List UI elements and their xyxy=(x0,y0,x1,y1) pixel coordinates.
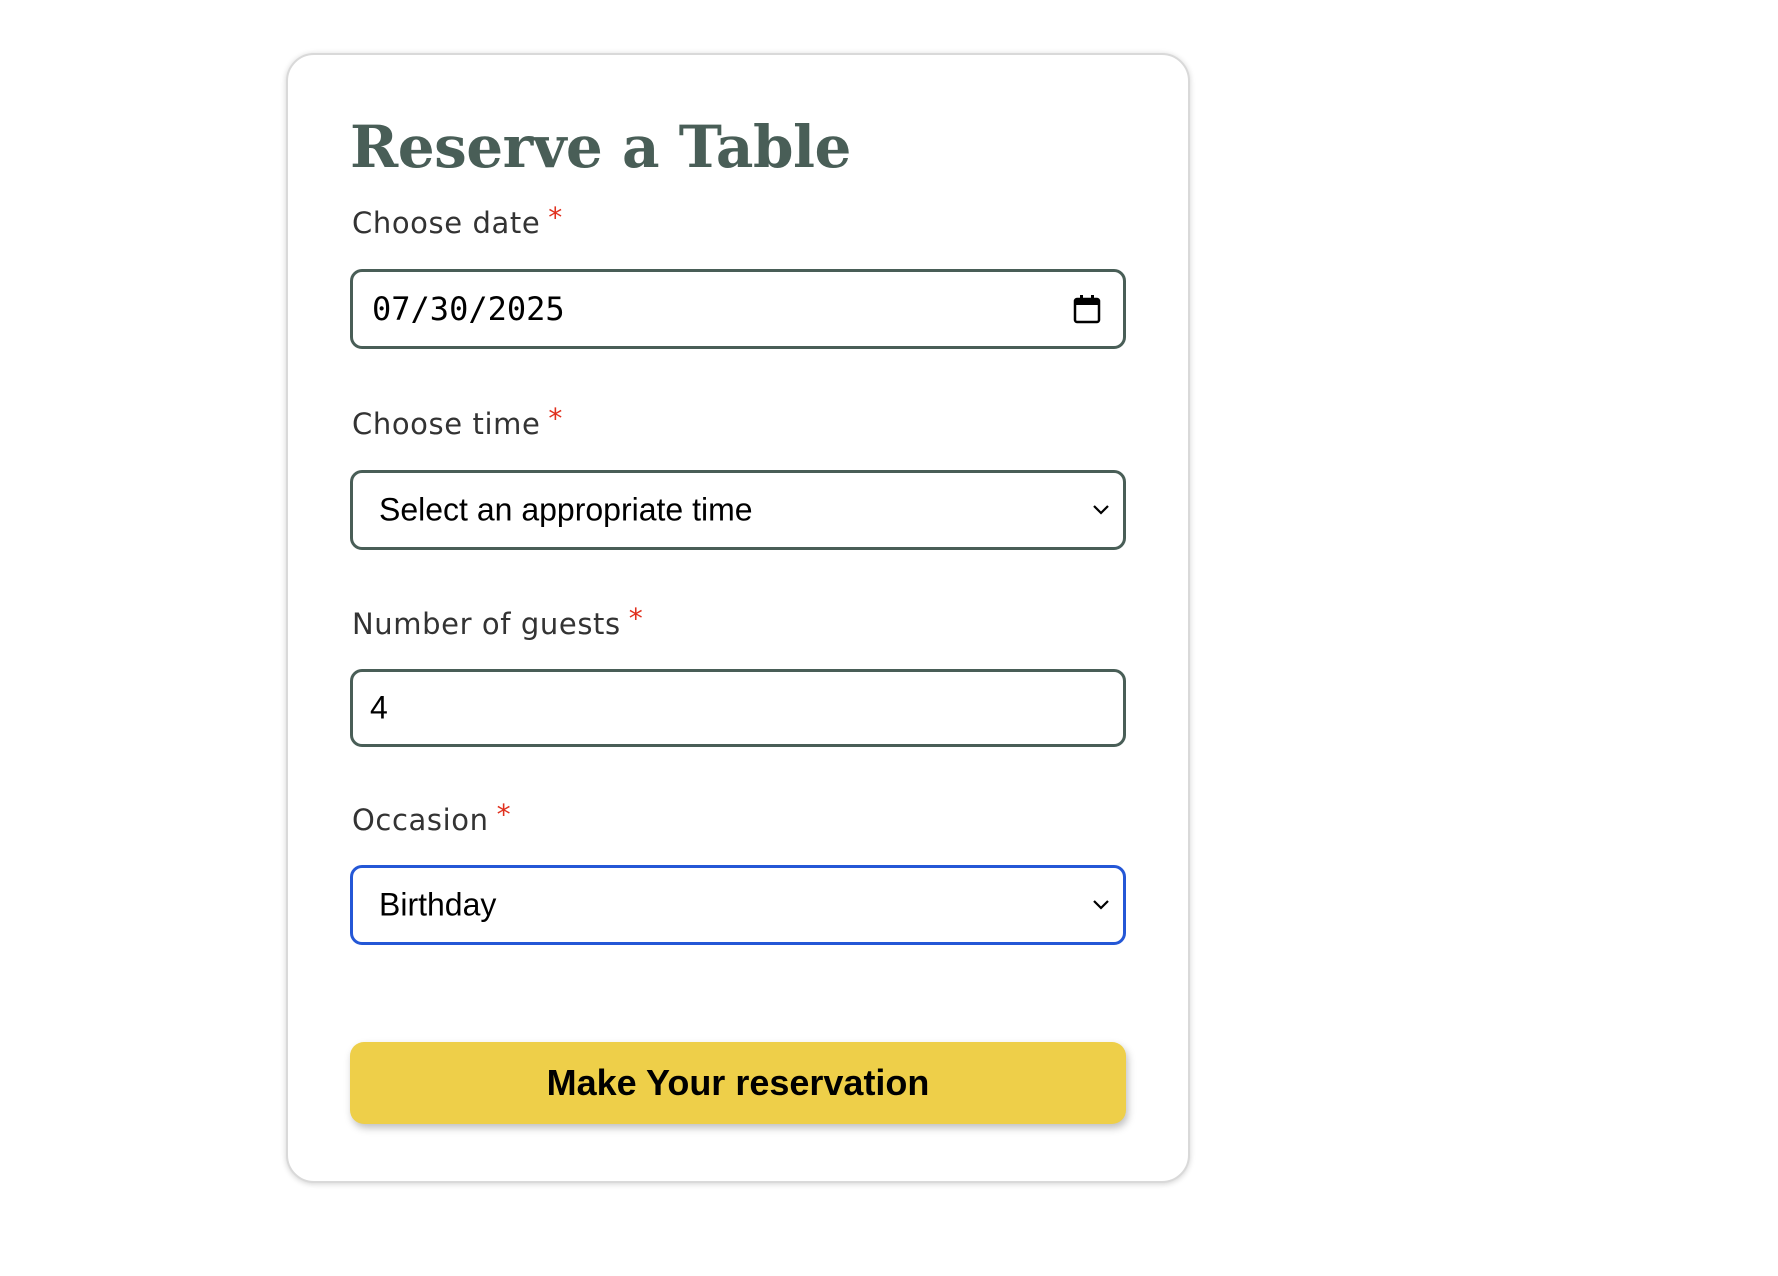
date-label: Choose date * xyxy=(352,201,563,242)
time-label: Choose time * xyxy=(352,402,563,443)
guests-input[interactable]: 4 xyxy=(350,669,1126,747)
occasion-select-value: Birthday xyxy=(379,886,497,923)
calendar-icon[interactable] xyxy=(1073,294,1101,324)
required-marker: * xyxy=(628,602,644,635)
guests-input-value: 4 xyxy=(370,689,388,726)
occasion-label-text: Occasion xyxy=(352,803,489,837)
date-input[interactable]: 07/30/2025 xyxy=(350,269,1126,349)
time-select-value: Select an appropriate time xyxy=(379,491,753,528)
required-marker: * xyxy=(548,201,563,234)
date-label-text: Choose date xyxy=(352,206,541,240)
guests-label: Number of guests * xyxy=(352,602,643,643)
occasion-select[interactable]: Birthday xyxy=(350,865,1126,945)
chevron-down-icon xyxy=(1093,505,1109,515)
date-input-value: 07/30/2025 xyxy=(372,290,565,328)
time-label-text: Choose time xyxy=(352,407,541,441)
guests-label-text: Number of guests xyxy=(352,607,621,641)
chevron-down-icon xyxy=(1093,900,1109,910)
required-marker: * xyxy=(548,402,564,435)
time-select[interactable]: Select an appropriate time xyxy=(350,470,1126,550)
required-marker: * xyxy=(496,798,512,831)
make-reservation-button[interactable]: Make Your reservation xyxy=(350,1042,1126,1124)
reservation-card: Reserve a Table Choose date * 07/30/2025 … xyxy=(286,53,1190,1183)
occasion-label: Occasion * xyxy=(352,798,511,839)
page-title: Reserve a Table xyxy=(350,113,851,181)
